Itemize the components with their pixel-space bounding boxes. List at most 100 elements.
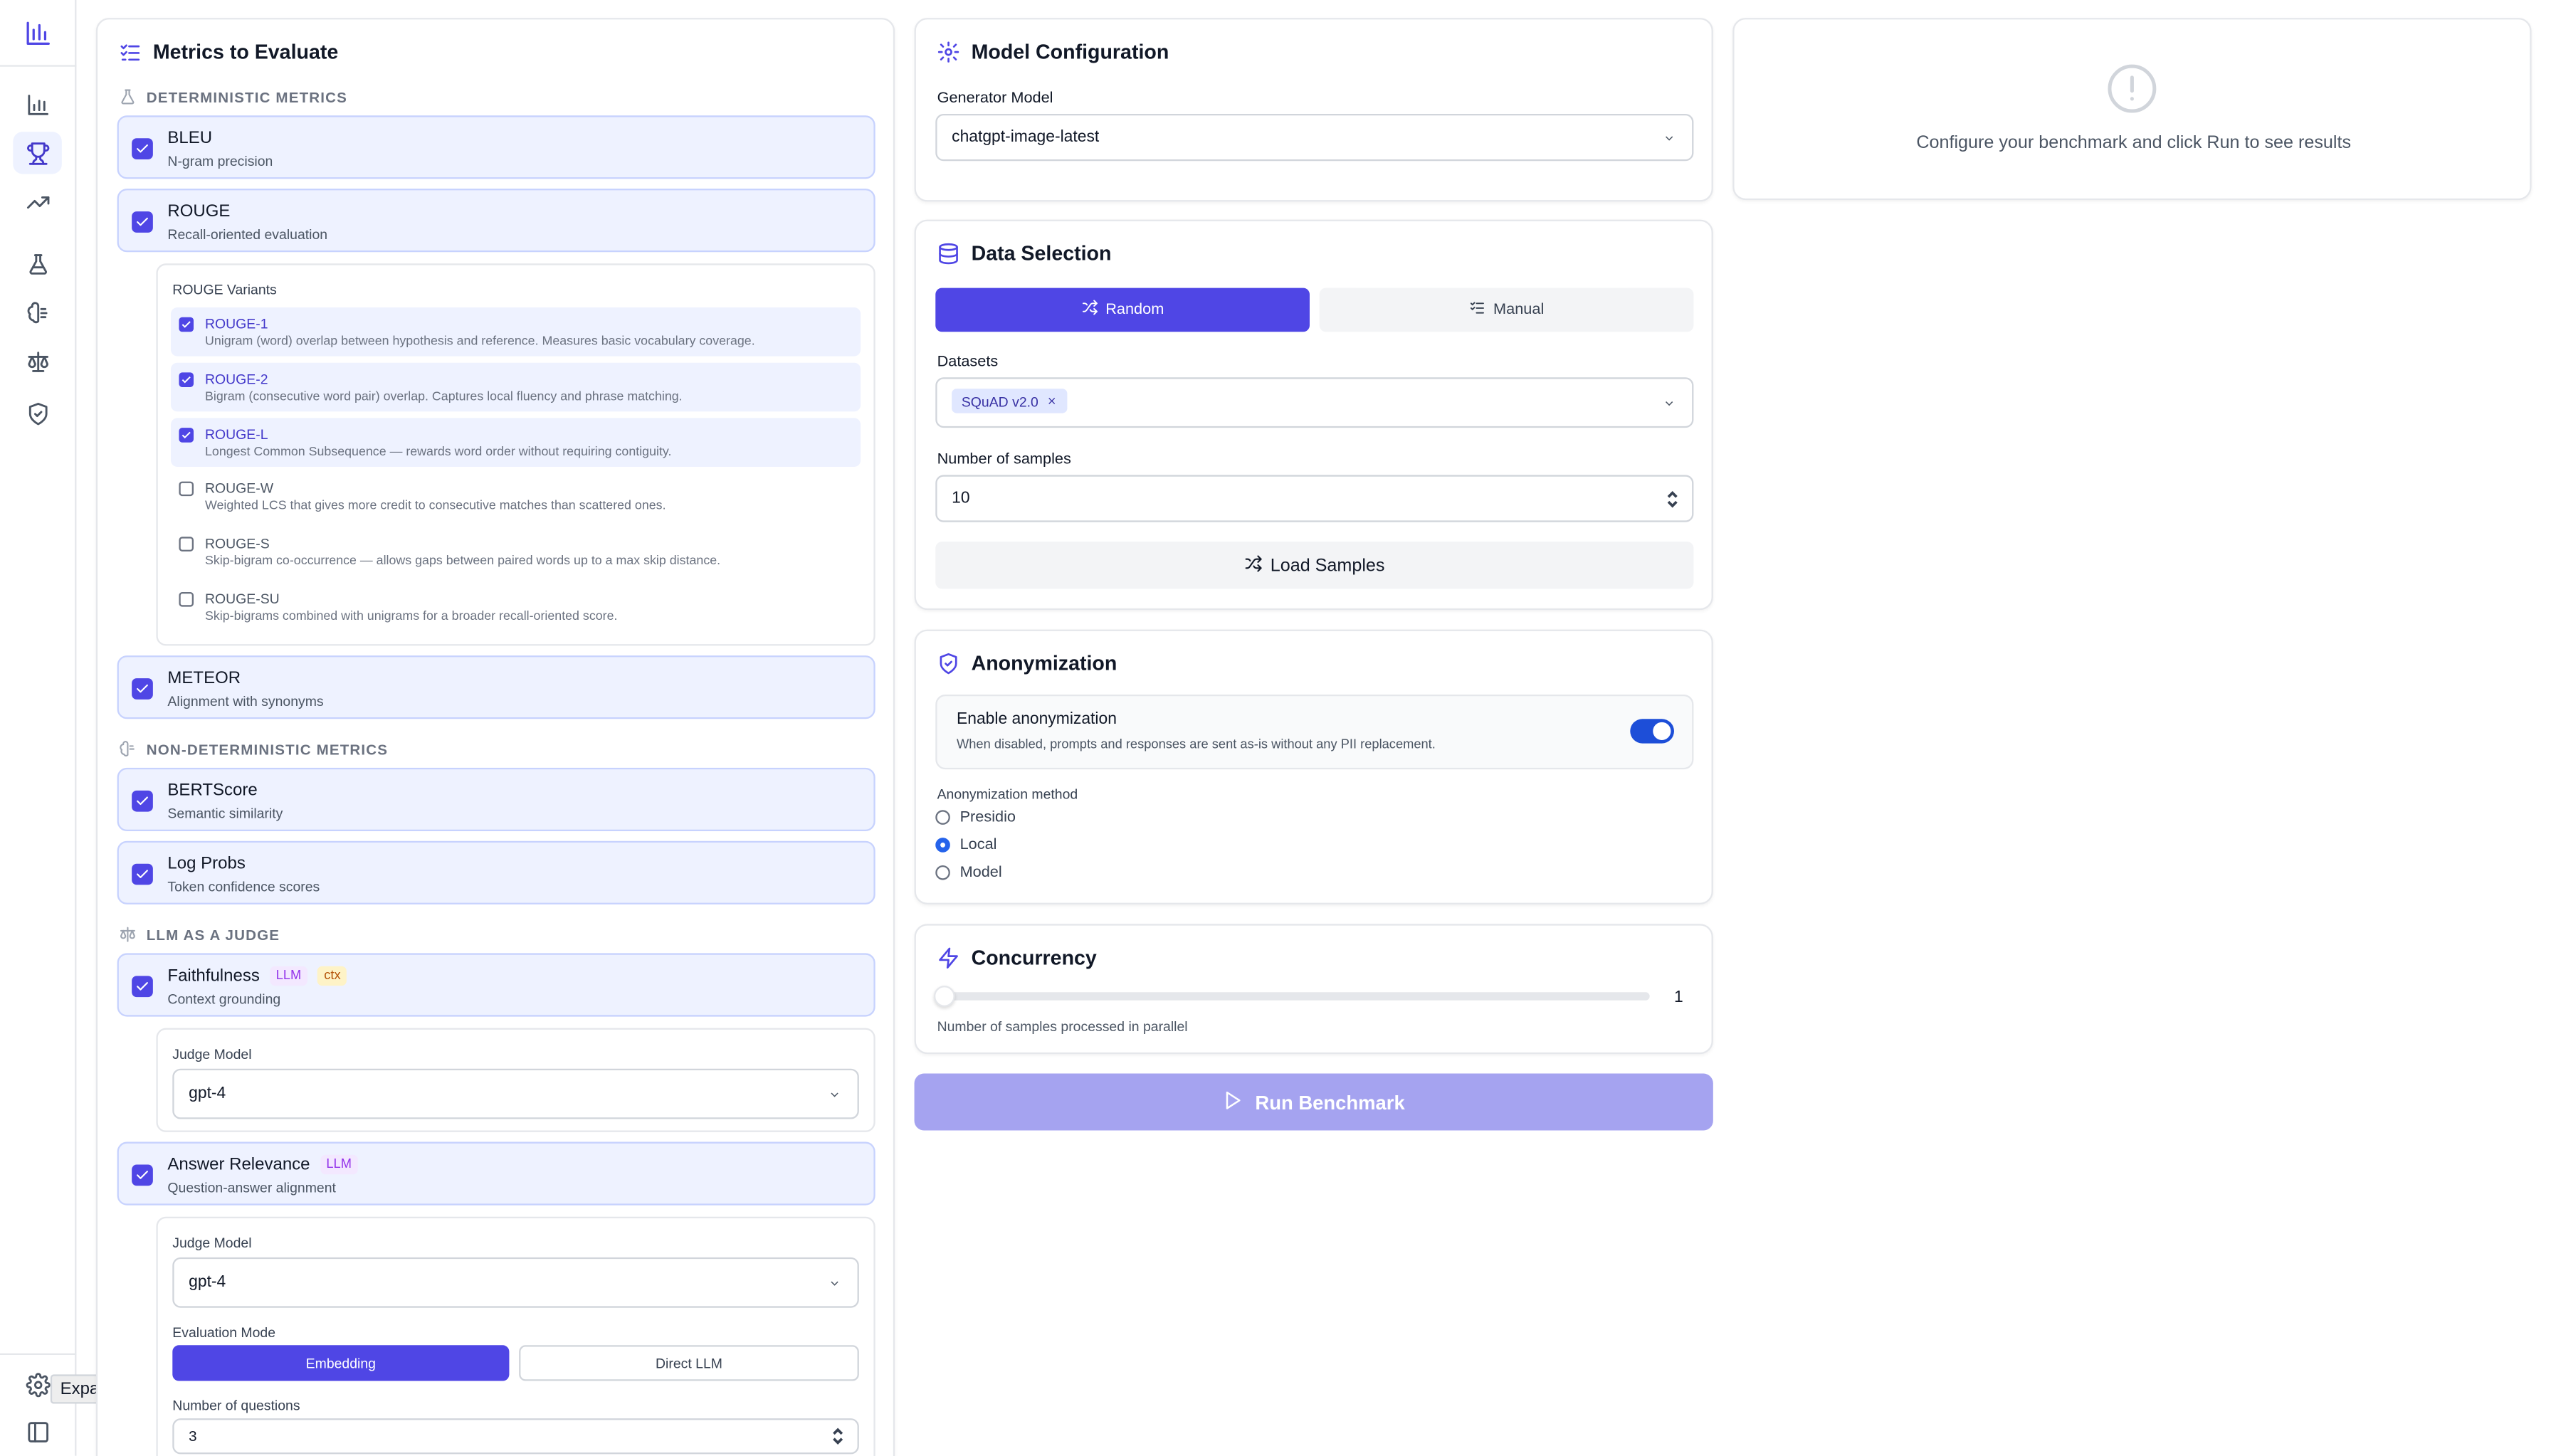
close-icon[interactable] <box>1046 395 1058 406</box>
bar-chart-icon[interactable] <box>13 83 62 125</box>
flask-icon[interactable] <box>13 243 62 285</box>
llm-judge-label: LLM AS A JUDGE <box>119 926 280 944</box>
variant-name: ROUGE-1 <box>204 315 268 332</box>
rouge-variants-title: ROUGE Variants <box>172 281 277 298</box>
data-selection-title: Data Selection <box>937 243 1111 265</box>
answer-relevance-name: Answer Relevance <box>167 1154 310 1175</box>
answer-relevance-checkbox[interactable] <box>132 1164 153 1186</box>
samples-label: Number of samples <box>937 450 1071 469</box>
metric-rouge[interactable]: ROUGE Recall-oriented evaluation <box>117 189 875 253</box>
rouge-variant-item[interactable]: ROUGE-L Longest Common Subsequence — rewa… <box>170 417 861 467</box>
variant-checkbox[interactable] <box>179 591 194 607</box>
trending-up-icon[interactable] <box>13 181 62 223</box>
metric-bertscore[interactable]: BERTScore Semantic similarity <box>117 767 875 831</box>
metric-faithfulness[interactable]: Faithfulness LLM ctx Context grounding <box>117 953 875 1017</box>
metric-bleu[interactable]: BLEU N-gram precision <box>117 115 875 179</box>
radio-button[interactable] <box>935 838 950 853</box>
bar-chart-logo-icon[interactable] <box>13 11 62 53</box>
concurrency-value: 1 <box>1673 988 1683 1007</box>
metric-answer-relevance[interactable]: Answer Relevance LLM Question-answer ali… <box>117 1141 875 1206</box>
metrics-panel-title-text: Metrics to Evaluate <box>152 41 339 64</box>
meteor-checkbox[interactable] <box>132 678 153 700</box>
bertscore-checkbox[interactable] <box>132 790 153 812</box>
load-samples-button[interactable]: Load Samples <box>935 542 1694 589</box>
radio-presidio[interactable]: Presidio <box>935 808 1016 826</box>
evaluation-mode-label: Evaluation Mode <box>172 1324 276 1341</box>
variant-desc: Skip-bigram co-occurrence — allows gaps … <box>204 553 721 569</box>
rouge-variant-item[interactable]: ROUGE-S Skip-bigram co-occurrence — allow… <box>171 527 861 576</box>
mode-manual-button[interactable]: Manual <box>1319 287 1694 332</box>
radio-model[interactable]: Model <box>935 864 1002 882</box>
variant-checkbox[interactable] <box>179 537 194 552</box>
answer-relevance-desc: Question-answer alignment <box>167 1179 336 1196</box>
questions-number-input[interactable]: 3 <box>172 1418 859 1455</box>
gear-icon <box>937 41 959 63</box>
variant-name: ROUGE-2 <box>204 370 268 387</box>
generator-model-select[interactable]: chatgpt-image-latest <box>935 113 1694 162</box>
stepper-icon[interactable] <box>1666 489 1679 508</box>
stepper-icon[interactable] <box>831 1427 844 1446</box>
bleu-name: BLEU <box>167 128 213 148</box>
faithfulness-checkbox[interactable] <box>132 976 153 998</box>
bleu-desc: N-gram precision <box>167 152 273 169</box>
rouge-checkbox[interactable] <box>132 211 153 233</box>
concurrency-title: Concurrency <box>937 946 1097 969</box>
deterministic-label: DETERMINISTIC METRICS <box>119 88 347 105</box>
concurrency-slider-track[interactable] <box>933 986 1650 1007</box>
chevron-down-icon <box>828 1276 841 1289</box>
datasets-multiselect[interactable]: SQuAD v2.0 <box>935 377 1694 428</box>
radio-button[interactable] <box>935 810 950 825</box>
concurrency-slider-thumb[interactable] <box>933 986 955 1007</box>
faithfulness-judge-select[interactable]: gpt-4 <box>172 1068 859 1119</box>
mode-random-button[interactable]: Random <box>935 287 1310 332</box>
variant-desc: Skip-bigrams combined with unigrams for … <box>204 608 618 623</box>
rouge-variant-item[interactable]: ROUGE-SU Skip-bigrams combined with unigr… <box>171 582 861 631</box>
sidebar-divider <box>0 1353 77 1355</box>
run-benchmark-button[interactable]: Run Benchmark <box>914 1073 1713 1131</box>
mode-embedding-button[interactable]: Embedding <box>172 1345 510 1381</box>
samples-value: 10 <box>952 489 970 508</box>
radio-button[interactable] <box>935 865 950 880</box>
rouge-variant-item[interactable]: ROUGE-1 Unigram (word) overlap between hy… <box>170 307 861 357</box>
answer-relevance-judge-select[interactable]: gpt-4 <box>172 1257 859 1308</box>
sidebar: Expand sidebar <box>0 0 189 1456</box>
rouge-variant-item[interactable]: ROUGE-2 Bigram (consecutive word pair) ov… <box>170 362 861 411</box>
panel-left-icon[interactable] <box>13 1410 62 1452</box>
meteor-desc: Alignment with synonyms <box>167 692 324 709</box>
rouge-variants-box: ROUGE Variants ROUGE-1 Unigram (word) ove… <box>156 263 875 646</box>
brain-icon[interactable] <box>13 291 62 333</box>
bertscore-desc: Semantic similarity <box>167 805 283 822</box>
rouge-variant-item[interactable]: ROUGE-W Weighted LCS that gives more cred… <box>171 473 861 522</box>
variant-checkbox[interactable] <box>179 427 194 442</box>
judge-model-label: Judge Model <box>172 1045 252 1062</box>
mode-direct-llm-button[interactable]: Direct LLM <box>519 1345 859 1381</box>
variant-checkbox[interactable] <box>179 317 194 332</box>
variant-checkbox[interactable] <box>179 482 194 497</box>
variant-checkbox[interactable] <box>179 371 194 387</box>
brain-icon <box>120 741 135 756</box>
samples-number-input[interactable]: 10 <box>935 475 1694 522</box>
bleu-checkbox[interactable] <box>132 138 153 159</box>
anonymization-toggle[interactable] <box>1630 719 1674 744</box>
enable-anonymization-desc: When disabled, prompts and responses are… <box>956 737 1436 751</box>
judge-model-value: gpt-4 <box>189 1085 226 1103</box>
list-checks-icon <box>1469 300 1485 321</box>
concurrency-panel: Concurrency 1 Number of samples processe… <box>914 924 1713 1055</box>
metric-logprobs[interactable]: Log Probs Token confidence scores <box>117 840 875 904</box>
generator-model-label: Generator Model <box>937 89 1053 107</box>
zap-icon <box>939 947 958 969</box>
radio-local[interactable]: Local <box>935 836 996 854</box>
metric-meteor[interactable]: METEOR Alignment with synonyms <box>117 655 875 719</box>
trophy-icon[interactable] <box>13 132 62 174</box>
flask-icon <box>121 89 135 105</box>
scale-icon[interactable] <box>13 340 62 382</box>
anonymization-panel: Anonymization Enable anonymization When … <box>914 629 1713 904</box>
logprobs-desc: Token confidence scores <box>167 878 320 895</box>
shield-check-icon[interactable] <box>13 392 62 434</box>
shuffle-icon <box>1244 554 1262 576</box>
logprobs-checkbox[interactable] <box>132 863 153 885</box>
metrics-panel: Metrics to Evaluate DETERMINISTIC METRIC… <box>95 18 895 1456</box>
list-checks-icon <box>120 44 140 61</box>
variant-desc: Bigram (consecutive word pair) overlap. … <box>204 388 683 403</box>
variant-desc: Weighted LCS that gives more credit to c… <box>204 498 666 513</box>
